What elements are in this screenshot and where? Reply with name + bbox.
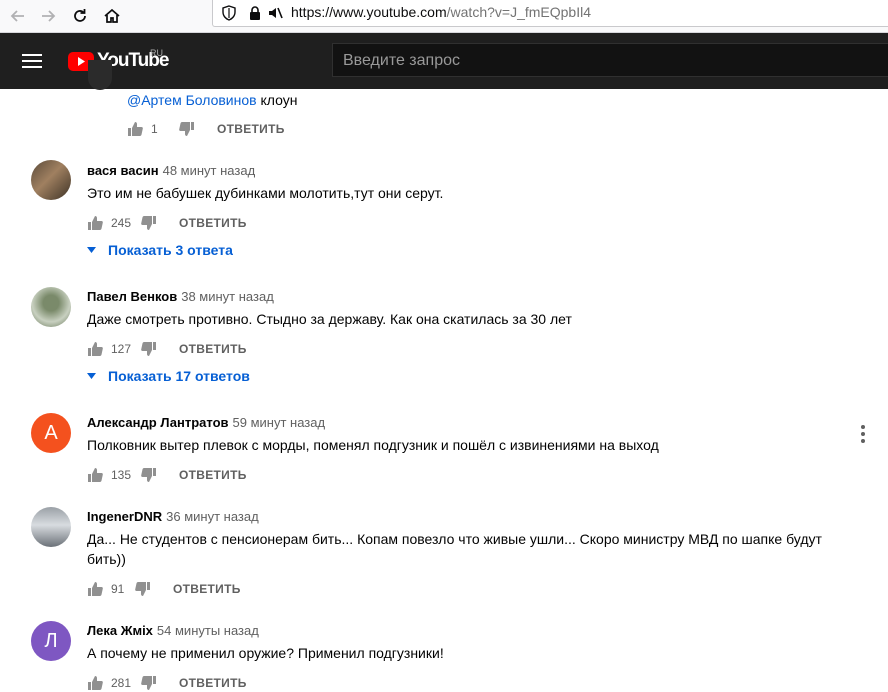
show-replies-button[interactable]: Показать 3 ответа <box>87 242 233 258</box>
author-name[interactable]: Александр Лантратов <box>87 415 229 430</box>
author-name[interactable]: IngenerDNR <box>87 509 162 524</box>
like-count: 91 <box>111 582 125 596</box>
show-replies-button[interactable]: Показать 17 ответов <box>87 368 250 384</box>
lock-icon[interactable] <box>247 5 263 21</box>
reply-actions: 1 ОТВЕТИТЬ <box>127 120 285 138</box>
reload-button[interactable] <box>64 0 96 32</box>
comment-author[interactable]: Александр Лантратов 59 минут назад <box>87 415 325 430</box>
avatar[interactable] <box>31 507 71 547</box>
thumbs-down-icon[interactable] <box>141 467 157 483</box>
reload-icon <box>74 9 86 22</box>
mention-link[interactable]: @Артем Боловинов <box>127 92 257 108</box>
comment-text: Да... Не студентов с пенсионерам бить...… <box>87 531 822 567</box>
comment-timestamp[interactable]: 59 минут назад <box>233 415 326 430</box>
reply-body: клоун <box>256 92 298 108</box>
logo-region: RU <box>150 48 163 58</box>
masthead: YouTube RU Введите запрос <box>0 33 888 89</box>
avatar[interactable] <box>31 287 71 327</box>
avatar[interactable] <box>31 160 71 200</box>
thumbs-down-icon[interactable] <box>141 675 157 691</box>
reply-button[interactable]: ОТВЕТИТЬ <box>179 468 247 482</box>
url-text: https://www.youtube.com/watch?v=J_fmEQpb… <box>291 4 591 20</box>
search-placeholder: Введите запрос <box>343 52 460 69</box>
avatar[interactable] <box>88 60 112 90</box>
caret-down-icon <box>87 373 96 379</box>
thumbs-up-icon[interactable] <box>87 341 103 357</box>
like-count: 245 <box>111 216 132 230</box>
like-count: 281 <box>111 676 132 690</box>
comment-timestamp[interactable]: 38 минут назад <box>181 289 274 304</box>
comment-author[interactable]: IngenerDNR 36 минут назад <box>87 509 259 524</box>
like-count: 135 <box>111 468 132 482</box>
comment-actions: 91 ОТВЕТИТЬ <box>87 580 241 598</box>
address-bar[interactable]: https://www.youtube.com/watch?v=J_fmEQpb… <box>212 0 888 27</box>
home-icon <box>104 8 120 23</box>
comment-text: Даже смотреть противно. Стыдно за держав… <box>87 311 572 327</box>
forward-arrow-icon <box>42 10 56 22</box>
author-name[interactable]: Лека Жміх <box>87 623 153 638</box>
thumbs-up-icon[interactable] <box>87 581 103 597</box>
comment-timestamp[interactable]: 54 минуты назад <box>157 623 259 638</box>
show-replies-label: Показать 3 ответа <box>108 242 233 258</box>
author-name[interactable]: Павел Венков <box>87 289 177 304</box>
thumbs-up-icon[interactable] <box>127 121 143 137</box>
forward-button[interactable] <box>32 0 64 32</box>
url-path: /watch?v=J_fmEQpbIl4 <box>446 4 591 20</box>
thumbs-down-icon[interactable] <box>135 581 151 597</box>
thumbs-down-icon[interactable] <box>141 341 157 357</box>
comment-text: Это им не бабушек дубинками молотить,тут… <box>87 185 444 201</box>
shield-icon[interactable] <box>221 5 237 21</box>
reply-text: @Артем Боловинов клоун <box>127 90 297 110</box>
browser-toolbar: https://www.youtube.com/watch?v=J_fmEQpb… <box>0 0 888 33</box>
caret-down-icon <box>87 247 96 253</box>
comment-author[interactable]: вася васин 48 минут назад <box>87 163 255 178</box>
comment-text: А почему не применил оружие? Применил по… <box>87 645 444 661</box>
search-input[interactable]: Введите запрос <box>332 43 888 77</box>
home-button[interactable] <box>96 0 128 32</box>
more-actions-icon[interactable] <box>858 424 868 444</box>
reply-button[interactable]: ОТВЕТИТЬ <box>217 122 285 136</box>
reply-button[interactable]: ОТВЕТИТЬ <box>179 676 247 690</box>
autoplay-blocked-icon[interactable] <box>267 5 283 21</box>
avatar-letter: А <box>44 421 58 444</box>
comment-author[interactable]: Павел Венков 38 минут назад <box>87 289 274 304</box>
like-count: 1 <box>151 122 158 136</box>
comment-actions: 245 ОТВЕТИТЬ <box>87 214 247 232</box>
hamburger-menu-icon[interactable] <box>22 53 42 69</box>
show-replies-label: Показать 17 ответов <box>108 368 250 384</box>
comment-timestamp[interactable]: 36 минут назад <box>166 509 259 524</box>
like-count: 127 <box>111 342 132 356</box>
avatar[interactable]: А <box>31 413 71 453</box>
reply-button[interactable]: ОТВЕТИТЬ <box>179 216 247 230</box>
back-arrow-icon <box>10 10 24 22</box>
reply-button[interactable]: ОТВЕТИТЬ <box>173 582 241 596</box>
comment-text: Полковник вытер плевок с морды, поменял … <box>87 437 659 453</box>
avatar[interactable]: Л <box>31 621 71 661</box>
thumbs-down-icon[interactable] <box>141 215 157 231</box>
author-name[interactable]: вася васин <box>87 163 159 178</box>
thumbs-up-icon[interactable] <box>87 675 103 691</box>
avatar-letter: Л <box>44 629 58 652</box>
thumbs-down-icon[interactable] <box>179 121 195 137</box>
comment-timestamp[interactable]: 48 минут назад <box>163 163 256 178</box>
comment-actions: 281 ОТВЕТИТЬ <box>87 674 247 692</box>
thumbs-up-icon[interactable] <box>87 215 103 231</box>
comment-actions: 127 ОТВЕТИТЬ <box>87 340 247 358</box>
url-host: https://www.youtube.com <box>291 4 447 20</box>
back-button[interactable] <box>2 0 34 32</box>
thumbs-up-icon[interactable] <box>87 467 103 483</box>
reply-button[interactable]: ОТВЕТИТЬ <box>179 342 247 356</box>
comment-actions: 135 ОТВЕТИТЬ <box>87 466 247 484</box>
comment-author[interactable]: Лека Жміх 54 минуты назад <box>87 623 259 638</box>
